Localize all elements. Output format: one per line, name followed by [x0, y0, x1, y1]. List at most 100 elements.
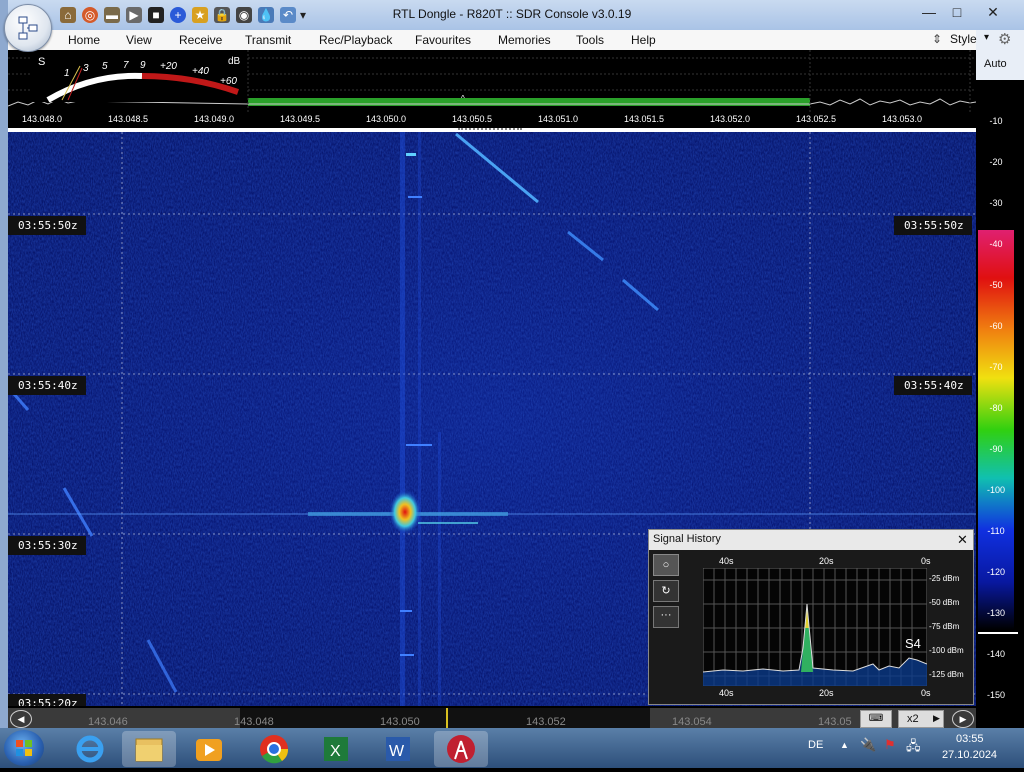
- keyboard-icon[interactable]: ⌨: [860, 710, 892, 728]
- sh-y-label: -75 dBm: [929, 622, 960, 631]
- db-label: -110: [987, 526, 1005, 536]
- s-meter: S dB 1 3 5 7 9 +20 +40 +60: [32, 52, 246, 102]
- scroll-right-icon[interactable]: ▶: [952, 710, 974, 728]
- db-label: -40: [989, 239, 1003, 249]
- svg-text:X: X: [330, 743, 341, 760]
- media-player-icon[interactable]: [182, 731, 236, 767]
- freq-label: 143.049.0: [194, 114, 235, 124]
- band-navigation-bar[interactable]: ◀ 143.046 143.048 143.050 143.052 143.05…: [8, 708, 976, 728]
- s-meter-tick-7: 7: [123, 60, 129, 71]
- db-label: -70: [989, 362, 1003, 372]
- word-icon[interactable]: W: [372, 731, 426, 767]
- center-marker-icon: ^: [461, 94, 465, 103]
- sh-y-label: -25 dBm: [929, 574, 960, 583]
- title-bar: RTL Dongle - R820T :: SDR Console v3.0.1…: [0, 0, 1024, 30]
- db-label: -30: [989, 198, 1003, 208]
- more-button[interactable]: ···: [653, 606, 679, 628]
- frequency-scale[interactable]: 143.048.0 143.048.5 143.049.0 143.049.5 …: [8, 112, 976, 132]
- band-visible-region[interactable]: [240, 708, 650, 728]
- play-icon[interactable]: ▶: [126, 7, 142, 23]
- db-label: -130: [986, 608, 1005, 618]
- maximize-button[interactable]: □: [944, 2, 970, 22]
- zoom-button[interactable]: x2 ▶: [898, 710, 944, 728]
- s-meter-tick-3: 3: [83, 63, 89, 74]
- menu-view[interactable]: View: [126, 33, 152, 47]
- db-label: -120: [986, 567, 1005, 577]
- reset-button[interactable]: ↻: [653, 580, 679, 602]
- db-label: -80: [989, 403, 1003, 413]
- drop-icon[interactable]: 💧: [258, 7, 274, 23]
- style-dropdown-icon[interactable]: ▾: [984, 32, 989, 43]
- menu-favourites[interactable]: Favourites: [415, 33, 471, 47]
- signal-history-window[interactable]: Signal History ✕ ○ ↻ ··· 40s 20s 0s -25 …: [648, 529, 974, 705]
- scroll-left-icon[interactable]: ◀: [10, 710, 32, 728]
- style-arrows-icon[interactable]: ⇕: [932, 32, 942, 46]
- minimize-button[interactable]: —: [916, 2, 942, 22]
- db-label: -150: [986, 690, 1005, 700]
- file-explorer-icon[interactable]: [122, 731, 176, 767]
- menu-receive[interactable]: Receive: [179, 33, 222, 47]
- menu-home[interactable]: Home: [68, 33, 100, 47]
- device-tray-icon[interactable]: 🔌: [860, 737, 876, 753]
- language-indicator[interactable]: DE: [808, 739, 823, 751]
- stop-icon[interactable]: ■: [148, 7, 164, 23]
- signal-history-titlebar[interactable]: Signal History ✕: [649, 530, 973, 550]
- freq-label: 143.051.5: [624, 114, 665, 124]
- internet-explorer-icon[interactable]: [64, 731, 118, 767]
- freq-label: 143.051.0: [538, 114, 579, 124]
- close-button[interactable]: ✕: [974, 2, 1012, 22]
- db-label: -20: [989, 157, 1003, 167]
- excel-icon[interactable]: X: [310, 731, 364, 767]
- band-freq-label: 143.054: [672, 716, 712, 728]
- settings-gear-icon[interactable]: ⚙: [998, 30, 1011, 48]
- auto-button[interactable]: Auto: [984, 58, 1007, 70]
- sh-bottom-x-label: 0s: [921, 688, 931, 698]
- s-meter-tick-plus60: +60: [220, 76, 237, 87]
- tuned-marker: [446, 708, 448, 728]
- clock-time[interactable]: 03:55: [956, 733, 984, 745]
- sdr-console-taskbar-icon[interactable]: [434, 731, 488, 767]
- app-menu-orb[interactable]: [4, 4, 52, 52]
- camera-icon[interactable]: ◉: [236, 7, 252, 23]
- menu-help[interactable]: Help: [631, 33, 656, 47]
- network-icon[interactable]: 🖧: [906, 737, 921, 759]
- folder-icon[interactable]: ▬: [104, 7, 120, 23]
- sh-y-label: -100 dBm: [929, 646, 964, 655]
- style-area: ⇕ Style ▾ ⚙: [932, 30, 1024, 50]
- home-icon[interactable]: ⌂: [60, 7, 76, 23]
- start-button[interactable]: [4, 730, 44, 766]
- signal-history-close-icon[interactable]: ✕: [957, 532, 968, 548]
- signal-history-title: Signal History: [653, 533, 721, 545]
- style-menu[interactable]: Style: [950, 32, 977, 46]
- quick-access-dropdown-icon[interactable]: ▾: [298, 7, 308, 23]
- chrome-icon[interactable]: [246, 731, 300, 767]
- s-meter-tick-plus20: +20: [160, 61, 177, 72]
- band-freq-label: 143.050: [380, 716, 420, 728]
- freq-label: 143.048.0: [22, 114, 63, 124]
- add-icon[interactable]: +: [170, 7, 186, 23]
- menu-rec-playback[interactable]: Rec/Playback: [319, 33, 392, 47]
- scale-marker[interactable]: [978, 632, 1018, 634]
- signal-history-graph: [703, 568, 927, 686]
- record-button[interactable]: ○: [653, 554, 679, 576]
- lock-icon[interactable]: 🔒: [214, 7, 230, 23]
- time-label-left: 03:55:30z: [8, 536, 86, 555]
- app-logo-icon: [18, 16, 38, 40]
- menu-tools[interactable]: Tools: [576, 33, 604, 47]
- clock-date[interactable]: 27.10.2024: [942, 749, 997, 761]
- lifebuoy-icon[interactable]: ◎: [82, 7, 98, 23]
- auto-button-bg: Auto: [976, 50, 1024, 80]
- star-icon[interactable]: ★: [192, 7, 208, 23]
- s-meter-db-label: dB: [228, 56, 241, 67]
- menu-memories[interactable]: Memories: [498, 33, 551, 47]
- action-center-icon[interactable]: ⚑: [884, 737, 896, 753]
- undo-icon[interactable]: ↶: [280, 7, 296, 23]
- spectrum-display[interactable]: ^ S dB 1 3 5 7 9 +20 +40 +60: [8, 50, 976, 112]
- menu-transmit[interactable]: Transmit: [245, 33, 291, 47]
- band-freq-label: 143.046: [88, 716, 128, 728]
- freq-label: 143.048.5: [108, 114, 149, 124]
- s-meter-tick-5: 5: [102, 61, 108, 72]
- show-hidden-icons-icon[interactable]: ▲: [840, 740, 849, 750]
- s-meter-label: S: [38, 56, 46, 68]
- db-scale-panel: Auto -10 -20 -30 -40 -50 -60 -70 -80 -90…: [976, 50, 1024, 706]
